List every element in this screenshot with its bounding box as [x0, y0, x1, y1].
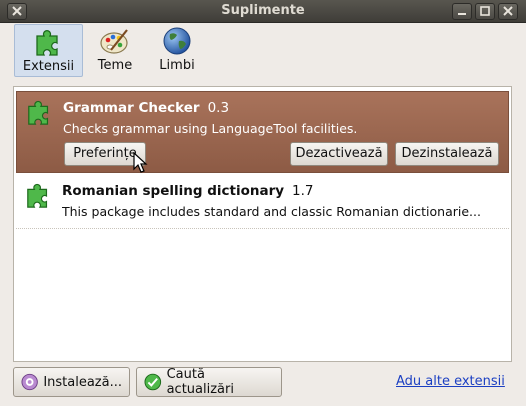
check-updates-label: Caută actualizări: [166, 367, 234, 397]
category-toolbar: Extensii Teme Limbi: [0, 23, 526, 79]
extensions-list: Grammar Checker 0.3 Checks grammar using …: [13, 86, 512, 362]
extension-title: Grammar Checker: [63, 100, 200, 116]
close-button[interactable]: [498, 3, 518, 20]
extension-description: Checks grammar using LanguageTool facili…: [63, 121, 358, 136]
globe-icon: [163, 27, 191, 55]
checkmark-icon: [144, 373, 162, 391]
palette-icon: [100, 29, 128, 54]
tab-languages[interactable]: Limbi: [152, 24, 202, 77]
tab-label: Teme: [97, 58, 133, 73]
puzzle-icon: [28, 100, 49, 125]
check-updates-button[interactable]: Caută actualizări: [136, 367, 282, 397]
list-item-romanian-dictionary[interactable]: Romanian spelling dictionary 1.7 This pac…: [16, 175, 509, 229]
puzzle-icon: [35, 30, 58, 56]
minimize-button[interactable]: [452, 3, 472, 20]
uninstall-button[interactable]: Dezinstalează: [395, 142, 499, 166]
extension-version: 0.3: [207, 100, 230, 116]
disable-button[interactable]: Dezactivează: [290, 142, 388, 166]
extension-title: Romanian spelling dictionary: [62, 183, 285, 199]
install-addon-icon: [21, 373, 38, 391]
maximize-button[interactable]: [475, 3, 495, 20]
tab-label: Limbi: [159, 58, 195, 73]
extension-version: 1.7: [292, 183, 314, 199]
get-more-extensions-link[interactable]: Adu alte extensii: [396, 374, 505, 389]
mouse-cursor-icon: [133, 152, 148, 173]
maximize-icon: [480, 6, 490, 16]
install-label: Instalează...: [43, 374, 122, 390]
minimize-icon: [458, 13, 466, 15]
window-title: Suplimente: [221, 3, 305, 18]
tab-themes[interactable]: Teme: [87, 24, 143, 77]
tab-label: Extensii: [22, 59, 75, 74]
extension-description: This package includes standard and class…: [62, 204, 481, 219]
install-button[interactable]: Instalează...: [13, 367, 130, 397]
close-icon: [503, 6, 513, 16]
extension-name: Grammar Checker 0.3: [63, 100, 229, 116]
extension-name: Romanian spelling dictionary 1.7: [62, 183, 314, 199]
tab-extensions[interactable]: Extensii: [14, 24, 83, 77]
title-bar: Suplimente: [0, 0, 526, 23]
list-item-grammar-checker[interactable]: Grammar Checker 0.3 Checks grammar using …: [16, 91, 509, 173]
puzzle-icon: [27, 183, 48, 208]
